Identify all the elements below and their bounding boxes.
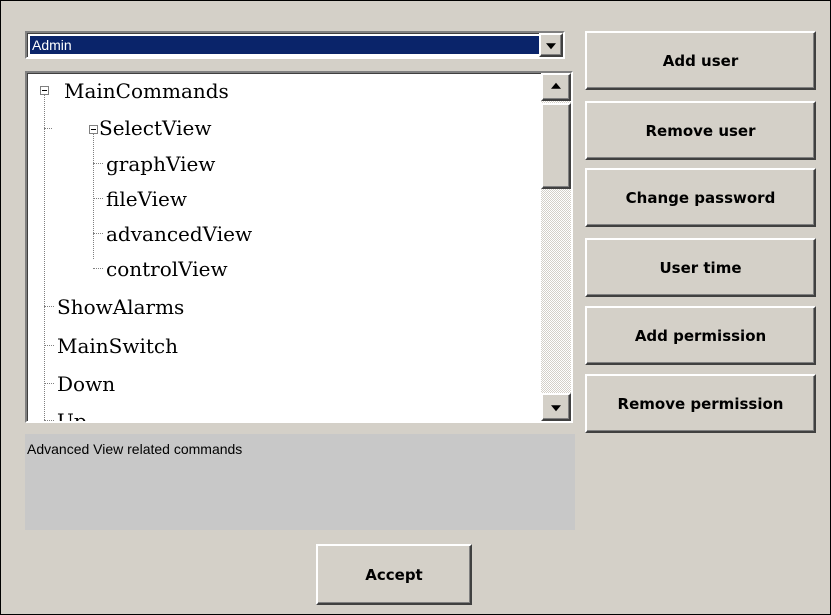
scrollbar-thumb[interactable]	[541, 103, 571, 189]
remove-permission-button[interactable]: Remove permission	[585, 374, 816, 433]
tree-connector	[93, 268, 103, 269]
user-select-dropdown-button[interactable]	[539, 33, 563, 57]
tree-node-select-view[interactable]: SelectView	[99, 115, 211, 141]
command-tree-content: MainCommands SelectView graphView fileVi…	[27, 73, 539, 421]
scroll-up-button[interactable]	[541, 73, 571, 101]
tree-node-graph-view[interactable]: graphView	[106, 151, 215, 177]
tree-connector	[44, 345, 54, 346]
tree-node-show-alarms[interactable]: ShowAlarms	[57, 294, 184, 320]
tree-node-control-view[interactable]: controlView	[106, 256, 228, 282]
tree-connector	[44, 383, 54, 384]
tree-node-up[interactable]: Up	[57, 408, 87, 421]
tree-connector	[44, 94, 45, 421]
tree-connector	[44, 306, 54, 307]
tree-node-main-commands[interactable]: MainCommands	[64, 78, 229, 104]
tree-node-advanced-view[interactable]: advancedView	[106, 221, 252, 247]
chevron-up-icon	[551, 82, 561, 89]
change-password-button[interactable]: Change password	[585, 168, 816, 227]
tree-connector	[93, 198, 103, 199]
user-select[interactable]: Admin	[25, 31, 565, 59]
tree-connector	[93, 163, 103, 164]
collapse-icon[interactable]	[89, 125, 98, 134]
tree-node-down[interactable]: Down	[57, 371, 115, 397]
collapse-icon[interactable]	[40, 86, 49, 95]
command-tree[interactable]: MainCommands SelectView graphView fileVi…	[25, 71, 573, 423]
add-user-button[interactable]: Add user	[585, 31, 816, 90]
user-select-value: Admin	[30, 36, 541, 54]
tree-connector	[44, 128, 52, 129]
scroll-down-button[interactable]	[541, 393, 571, 421]
user-permissions-window: Admin MainCommands SelectView graphView …	[0, 0, 831, 615]
tree-scrollbar[interactable]	[541, 73, 571, 421]
tree-connector	[93, 233, 103, 234]
accept-button[interactable]: Accept	[316, 544, 472, 605]
user-time-button[interactable]: User time	[585, 238, 816, 297]
tree-connector	[93, 133, 94, 259]
chevron-down-icon	[546, 43, 556, 50]
remove-user-button[interactable]: Remove user	[585, 101, 816, 160]
tree-connector	[44, 420, 54, 421]
tree-node-main-switch[interactable]: MainSwitch	[57, 333, 178, 359]
add-permission-button[interactable]: Add permission	[585, 306, 816, 365]
chevron-down-icon	[551, 405, 561, 412]
command-description: Advanced View related commands	[25, 434, 575, 530]
tree-node-file-view[interactable]: fileView	[106, 186, 187, 212]
